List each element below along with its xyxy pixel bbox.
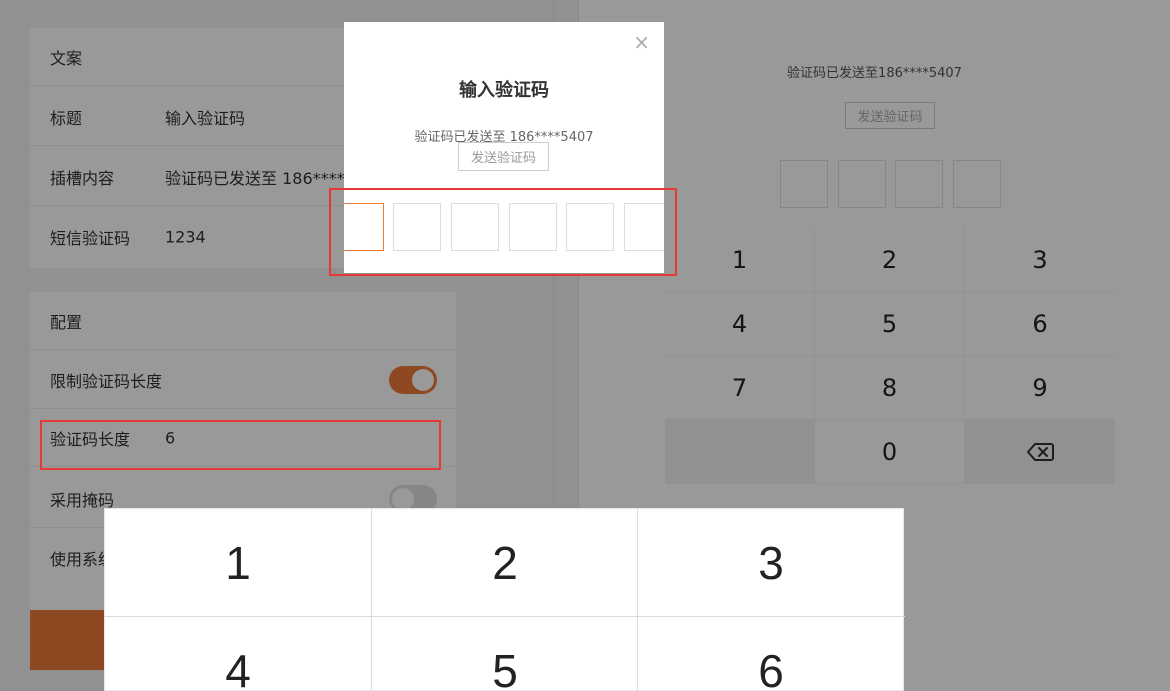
dialog-title: 输入验证码 bbox=[459, 80, 549, 101]
code-length-highlight bbox=[40, 420, 441, 470]
keyboard-key-6[interactable]: 6 bbox=[638, 617, 904, 691]
number-keyboard: 1 2 3 4 5 6 bbox=[104, 508, 905, 691]
close-icon[interactable]: × bbox=[633, 32, 650, 52]
code-inputs-highlight bbox=[329, 188, 677, 276]
keyboard-key-1[interactable]: 1 bbox=[105, 509, 371, 616]
keyboard-key-4[interactable]: 4 bbox=[105, 617, 371, 691]
keyboard-key-3[interactable]: 3 bbox=[638, 509, 904, 616]
keyboard-key-5[interactable]: 5 bbox=[372, 617, 638, 691]
keyboard-key-2[interactable]: 2 bbox=[372, 509, 638, 616]
dialog-send-code-button[interactable]: 发送验证码 bbox=[458, 142, 549, 171]
